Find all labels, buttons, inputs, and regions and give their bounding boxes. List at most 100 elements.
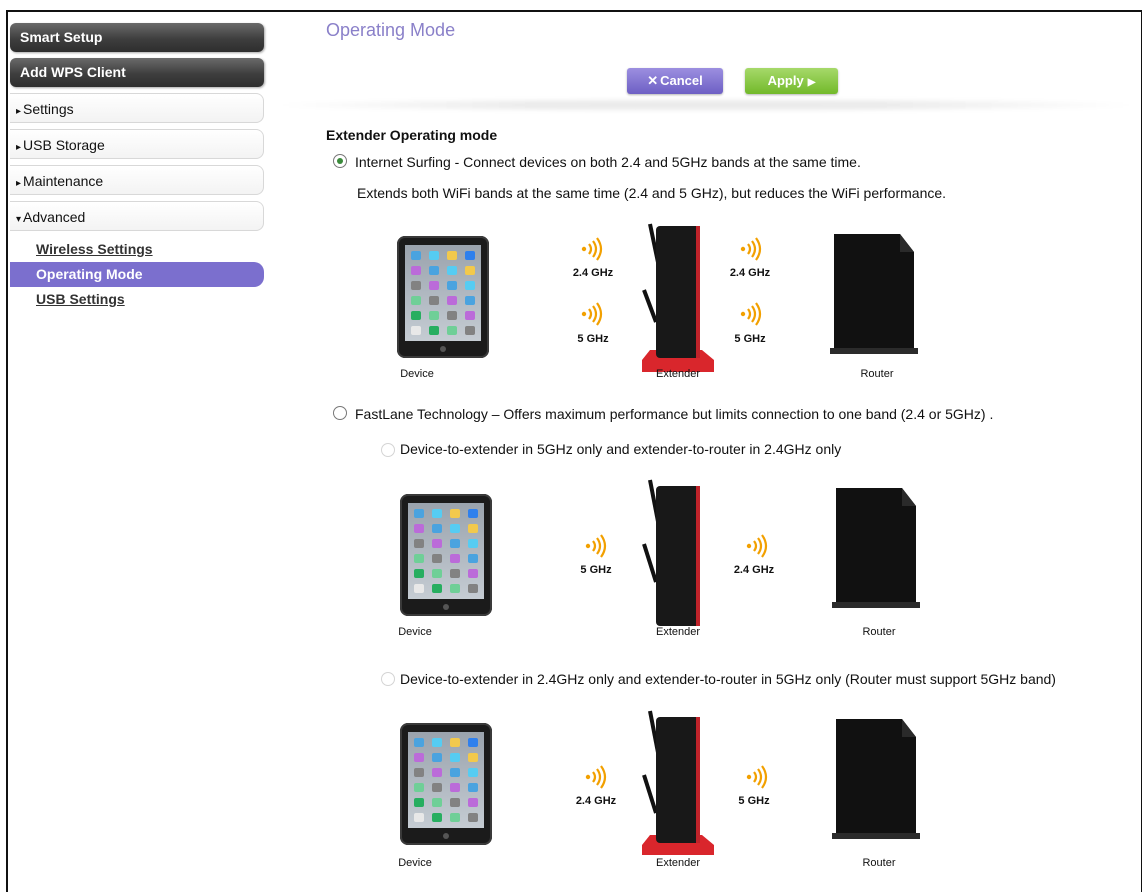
band-label: 2.4 GHz: [572, 267, 614, 279]
internet-surfing-description: Extends both WiFi bands at the same time…: [357, 185, 947, 201]
advanced-submenu: Wireless Settings Operating Mode USB Set…: [10, 237, 264, 312]
radio-fastlane-option-2[interactable]: [381, 672, 395, 686]
apply-button[interactable]: Apply ▶: [745, 68, 838, 94]
app-tile: [468, 584, 478, 593]
app-tile: [450, 509, 460, 518]
wifi-signal-icon: [746, 765, 768, 789]
add-wps-client-button[interactable]: Add WPS Client: [10, 58, 264, 87]
radio-fastlane-option-1[interactable]: [381, 443, 395, 457]
router-image: [830, 234, 918, 354]
caret-down-icon: ▾: [16, 214, 22, 225]
app-tile: [447, 266, 457, 275]
apply-label: Apply: [767, 73, 804, 88]
diagram-fastlane-option-1: Device 5 GHz Extender 2.4 GHz Router: [380, 472, 940, 638]
sidebar-item-maintenance[interactable]: ▸ Maintenance: [10, 165, 264, 195]
app-tile: [468, 509, 478, 518]
app-tile: [429, 251, 439, 260]
app-tile: [411, 296, 421, 305]
band-label: 5 GHz: [734, 333, 766, 345]
app-tile: [450, 584, 460, 593]
sidebar: Smart Setup Add WPS Client ▸ Settings ▸ US…: [10, 23, 264, 312]
cancel-label: Cancel: [660, 73, 703, 88]
app-tile: [447, 311, 457, 320]
app-tile: [432, 753, 442, 762]
app-tile: [468, 753, 478, 762]
toolbar-divider: [270, 100, 1142, 110]
wifi-signal-icon: [740, 302, 762, 326]
app-tile: [450, 813, 460, 822]
sidebar-item-settings[interactable]: ▸ Settings: [10, 93, 264, 123]
app-tile: [447, 251, 457, 260]
app-tile: [468, 569, 478, 578]
band-label: 2.4 GHz: [729, 267, 771, 279]
close-icon: ✕: [647, 73, 659, 88]
app-tile: [465, 251, 475, 260]
app-tile: [450, 768, 460, 777]
wifi-signal-icon: [740, 237, 762, 261]
app-tile: [450, 738, 460, 747]
app-tile: [432, 569, 442, 578]
device-caption: Device: [398, 857, 432, 869]
app-tile: [429, 266, 439, 275]
subnav-usb-settings[interactable]: USB Settings: [10, 287, 264, 312]
app-tile: [414, 509, 424, 518]
router-image: [832, 488, 920, 608]
play-arrow-icon: ▶: [807, 77, 816, 88]
sidebar-item-advanced[interactable]: ▾ Advanced: [10, 201, 264, 231]
app-tile: [432, 554, 442, 563]
router-caption: Router: [862, 626, 896, 638]
fastlane-option-1-label: Device-to-extender in 5GHz only and exte…: [400, 441, 842, 457]
app-tile: [414, 798, 424, 807]
app-tile: [468, 524, 478, 533]
fastlane-label: FastLane Technology – Offers maximum per…: [355, 406, 994, 422]
app-tile: [465, 266, 475, 275]
app-tile: [414, 584, 424, 593]
tablet-image: [400, 723, 492, 845]
page-title: Operating Mode: [326, 20, 456, 40]
app-tile: [414, 768, 424, 777]
extender-image: [642, 223, 714, 372]
app-tile: [432, 539, 442, 548]
sidebar-item-label: Maintenance: [23, 173, 104, 189]
band-label: 5 GHz: [738, 795, 770, 807]
device-caption: Device: [398, 626, 432, 638]
app-tile: [414, 738, 424, 747]
device-caption: Device: [400, 368, 434, 380]
app-tile: [450, 753, 460, 762]
app-tile: [432, 768, 442, 777]
app-tile: [414, 783, 424, 792]
app-tile: [450, 569, 460, 578]
subnav-wireless-settings[interactable]: Wireless Settings: [10, 237, 264, 262]
sidebar-item-usb-storage[interactable]: ▸ USB Storage: [10, 129, 264, 159]
diagram-internet-surfing: Device 2.4 GHz 5 GHz Extender 2.4 GHz 5 …: [380, 212, 940, 380]
app-tile: [432, 738, 442, 747]
internet-surfing-label: Internet Surfing - Connect devices on bo…: [355, 154, 861, 170]
app-tile: [414, 753, 424, 762]
app-tile: [429, 326, 439, 335]
radio-internet-surfing[interactable]: [333, 154, 347, 168]
app-tile: [465, 296, 475, 305]
router-image: [832, 719, 920, 839]
app-tile: [447, 281, 457, 290]
extender-caption: Extender: [655, 626, 701, 638]
band-label: 2.4 GHz: [575, 795, 617, 807]
app-tile: [411, 281, 421, 290]
app-tile: [450, 798, 460, 807]
app-tile: [429, 296, 439, 305]
app-tile: [432, 783, 442, 792]
cancel-button[interactable]: ✕ Cancel: [627, 68, 723, 94]
app-tile: [432, 584, 442, 593]
app-tile: [414, 554, 424, 563]
tablet-image: [397, 236, 489, 358]
subnav-operating-mode[interactable]: Operating Mode: [10, 262, 264, 287]
sidebar-item-label: USB Storage: [23, 137, 105, 153]
app-tile: [465, 281, 475, 290]
band-label: 5 GHz: [577, 333, 609, 345]
smart-setup-button[interactable]: Smart Setup: [10, 23, 264, 52]
radio-fastlane[interactable]: [333, 406, 347, 420]
app-tile: [414, 569, 424, 578]
app-tile: [432, 813, 442, 822]
app-tile: [450, 783, 460, 792]
app-tile: [465, 311, 475, 320]
app-tile: [432, 798, 442, 807]
